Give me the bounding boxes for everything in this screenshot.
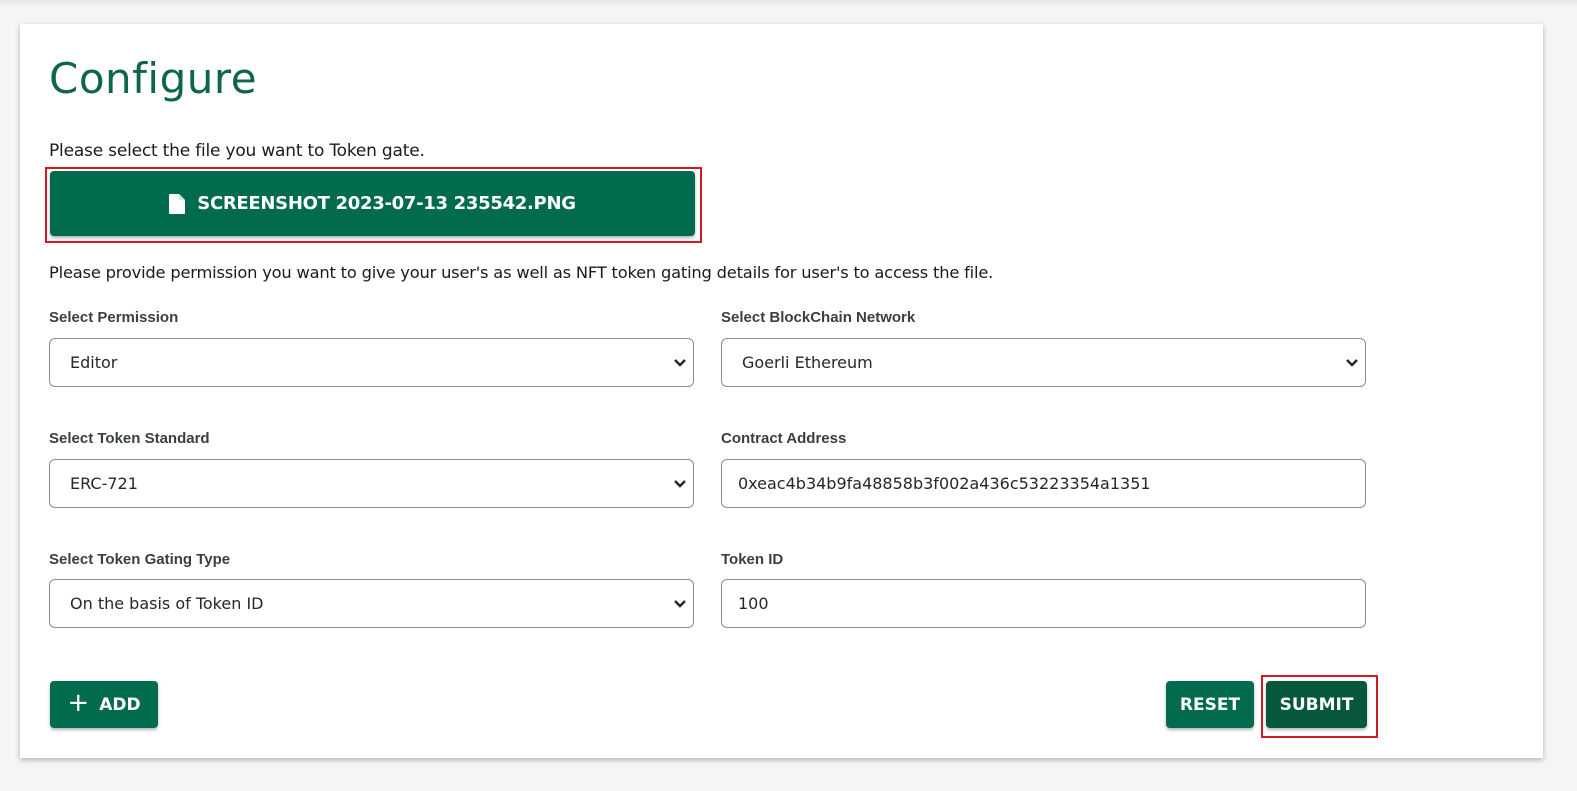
reset-button[interactable]: RESET — [1166, 681, 1254, 728]
token-standard-label: Select Token Standard — [49, 430, 210, 447]
token-standard-value: ERC-721 — [70, 474, 138, 493]
configure-card: Configure Please select the file you wan… — [20, 24, 1543, 758]
select-file-button[interactable]: SCREENSHOT 2023-07-13 235542.PNG — [50, 171, 695, 236]
gating-type-select[interactable]: On the basis of Token ID — [49, 579, 694, 628]
plus-icon: + — [67, 688, 90, 718]
network-select[interactable]: Goerli Ethereum — [721, 338, 1366, 387]
contract-address-label: Contract Address — [721, 430, 847, 447]
reset-button-label: RESET — [1179, 694, 1241, 715]
network-value: Goerli Ethereum — [742, 353, 873, 372]
file-prompt: Please select the file you want to Token… — [49, 141, 425, 161]
token-id-value: 100 — [738, 594, 769, 613]
gating-type-label: Select Token Gating Type — [49, 551, 231, 568]
permission-select[interactable]: Editor — [49, 338, 694, 387]
chevron-down-icon — [674, 479, 686, 488]
gating-type-value: On the basis of Token ID — [70, 594, 264, 613]
permission-label: Select Permission — [49, 309, 179, 326]
token-id-label: Token ID — [721, 551, 784, 568]
permission-prompt: Please provide permission you want to gi… — [49, 263, 994, 282]
top-bar — [0, 0, 1577, 6]
chevron-down-icon — [674, 599, 686, 608]
page-title: Configure — [49, 54, 258, 103]
file-icon — [169, 193, 186, 214]
submit-button-label: SUBMIT — [1279, 694, 1354, 715]
chevron-down-icon — [1346, 358, 1358, 367]
submit-button[interactable]: SUBMIT — [1266, 681, 1367, 728]
selected-file-name: SCREENSHOT 2023-07-13 235542.PNG — [197, 193, 576, 214]
add-button[interactable]: + ADD — [50, 681, 158, 728]
add-button-label: ADD — [99, 694, 141, 715]
contract-address-input[interactable]: 0xeac4b34b9fa48858b3f002a436c53223354a13… — [721, 459, 1366, 508]
permission-value: Editor — [70, 353, 118, 372]
network-label: Select BlockChain Network — [721, 309, 916, 326]
chevron-down-icon — [674, 358, 686, 367]
contract-address-value: 0xeac4b34b9fa48858b3f002a436c53223354a13… — [738, 474, 1151, 493]
token-standard-select[interactable]: ERC-721 — [49, 459, 694, 508]
token-id-input[interactable]: 100 — [721, 579, 1366, 628]
